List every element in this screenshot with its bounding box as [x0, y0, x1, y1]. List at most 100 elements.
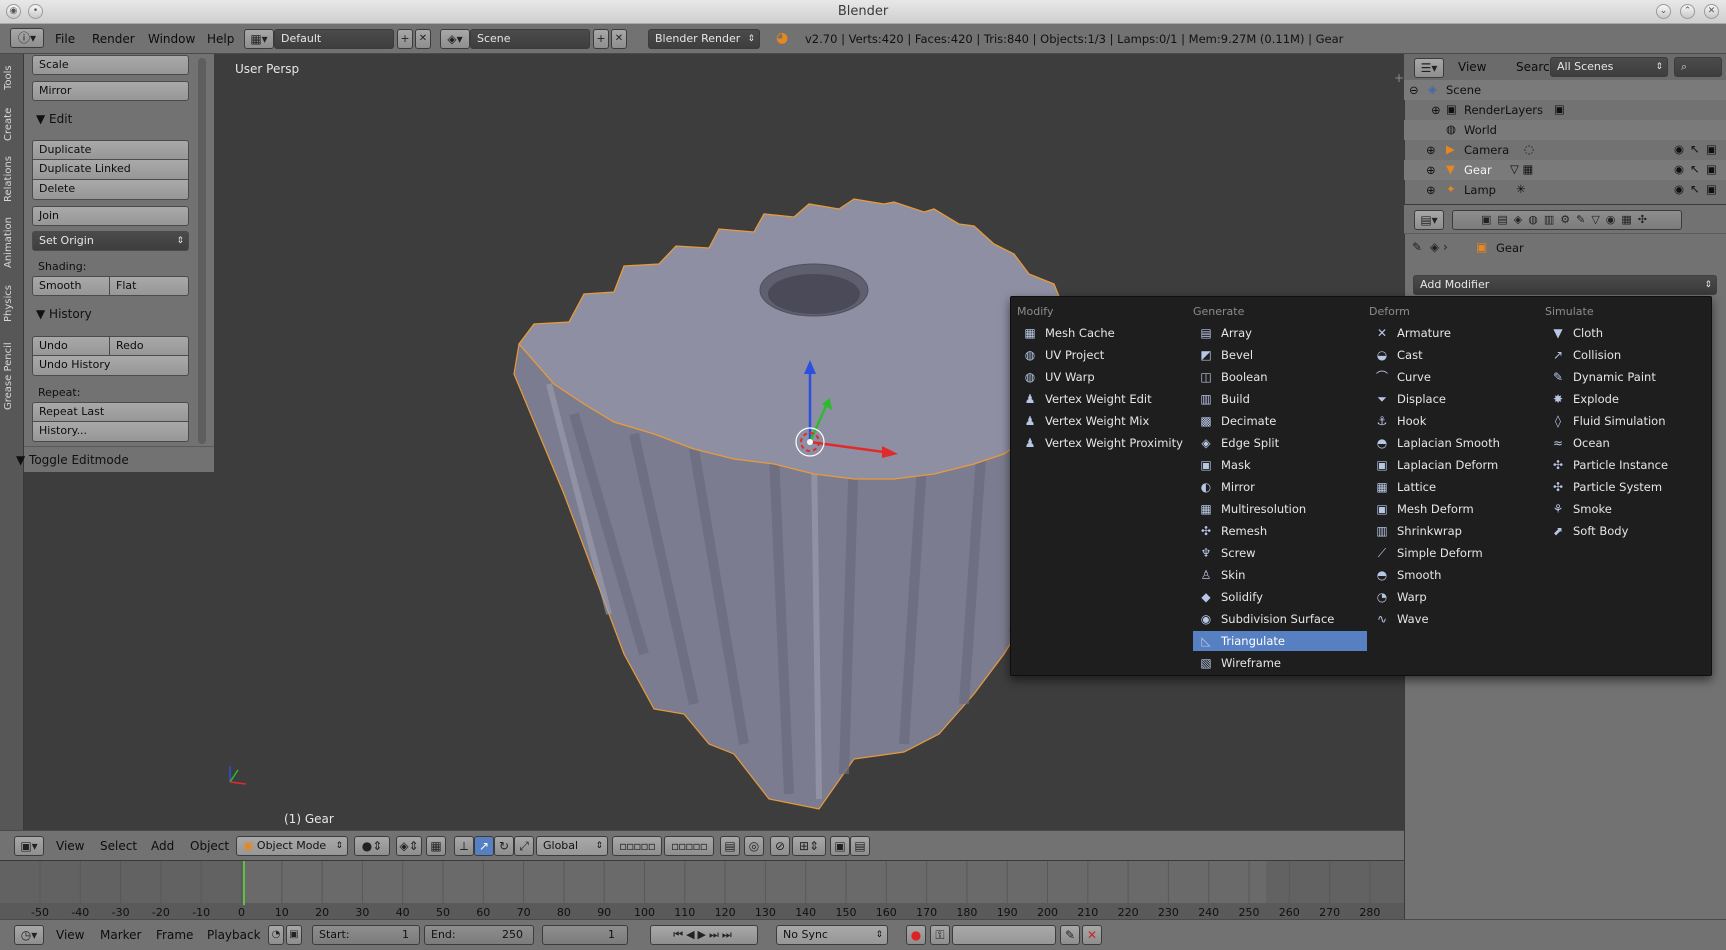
modifier-menu-item-mask[interactable]: ▣ Mask [1193, 455, 1367, 475]
playback-controls[interactable]: ⏮◀▶⏭⏭ [650, 925, 758, 945]
expand-icon[interactable]: ⊕ [1431, 103, 1441, 117]
modifier-menu-item-boolean[interactable]: ◫ Boolean [1193, 367, 1367, 387]
add-modifier-dropdown[interactable]: Add Modifier ⇕ [1413, 275, 1717, 295]
remove-scene-icon[interactable]: ✕ [611, 29, 627, 49]
layout-field[interactable]: Default [274, 29, 394, 49]
timeline-menu-playback[interactable]: Playback [207, 928, 261, 942]
history-button[interactable]: History... [32, 422, 189, 442]
modifier-menu-item-bevel[interactable]: ◩ Bevel [1193, 345, 1367, 365]
limit-selection-icon[interactable]: ▦ [426, 836, 446, 856]
timeline-menu-view[interactable]: View [56, 928, 84, 942]
shade-flat-button[interactable]: Flat [110, 276, 189, 296]
lock-layers-icon[interactable]: ▤ [720, 836, 740, 856]
outliner-row-renderlayers[interactable]: ⊕ ▣ RenderLayers ▣ [1404, 100, 1726, 120]
tab-grease-pencil[interactable]: Grease Pencil [3, 334, 19, 418]
expand-icon[interactable]: ⊕ [1426, 183, 1436, 197]
modifier-menu-item-displace[interactable]: ⏷ Displace [1369, 389, 1543, 409]
modifier-menu-item-particle-system[interactable]: ✣ Particle System [1545, 477, 1719, 497]
mirror-button[interactable]: Mirror [32, 81, 189, 101]
layer-buttons-left[interactable]: ▫▫▫▫▫ [612, 836, 662, 856]
transform-orientation-dropdown[interactable]: Global ⇕ [536, 836, 608, 856]
tab-tools[interactable]: Tools [3, 60, 19, 96]
modifier-menu-item-uv-project[interactable]: ◍ UV Project [1017, 345, 1191, 365]
manipulator-toggle-icon[interactable]: ⟂ [454, 836, 474, 856]
pivot-point-icon[interactable]: ◈⇕ [396, 836, 422, 856]
properties-editor-icon[interactable]: ▤▾ [1414, 210, 1444, 230]
menu-render[interactable]: Render [92, 32, 135, 46]
shade-smooth-button[interactable]: Smooth [32, 276, 110, 296]
outliner-row-gear[interactable]: ⊕ ▼ Gear ▽ ▦ ◉ ↖ ▣ [1404, 160, 1726, 180]
render-engine-dropdown[interactable]: Blender Render ⇕ [648, 29, 760, 49]
select-arrow-icon[interactable]: ↖ [1690, 162, 1700, 176]
view3d-menu-select[interactable]: Select [100, 839, 137, 853]
lock-time-cursor-icon[interactable]: ▣ [286, 925, 302, 945]
modifier-menu-item-dynamic-paint[interactable]: ✎ Dynamic Paint [1545, 367, 1719, 387]
modifier-menu-item-build[interactable]: ▥ Build [1193, 389, 1367, 409]
expand-icon[interactable]: ⊕ [1426, 143, 1436, 157]
modifier-menu-item-particle-instance[interactable]: ✣ Particle Instance [1545, 455, 1719, 475]
toggle-editmode-header[interactable]: ▼ Toggle Editmode [16, 453, 129, 467]
modifier-menu-item-triangulate[interactable]: ◺ Triangulate [1193, 631, 1367, 651]
opengl-render-image-icon[interactable]: ▣ [830, 836, 850, 856]
property-context-tabs[interactable]: ▣▤◈◍▥⚙✎▽◉▦✣ [1452, 210, 1682, 230]
modifier-menu-item-solidify[interactable]: ◆ Solidify [1193, 587, 1367, 607]
tab-create[interactable]: Create [3, 104, 19, 144]
scene-icon[interactable]: ◈▾ [440, 29, 470, 49]
viewport-shading-icon[interactable]: ●⇕ [354, 836, 390, 856]
modifier-menu-item-vertex-weight-mix[interactable]: ♟ Vertex Weight Mix [1017, 411, 1191, 431]
scene-field[interactable]: Scene [470, 29, 590, 49]
visibility-eye-icon[interactable]: ◉ [1674, 162, 1684, 176]
tab-physics[interactable]: Physics [3, 280, 19, 328]
display-mode-dropdown[interactable]: All Scenes ⇕ [1550, 57, 1668, 77]
menu-window[interactable]: Window [148, 32, 195, 46]
rotate-manipulator-icon[interactable]: ↻ [494, 836, 514, 856]
modifier-menu-item-cloth[interactable]: ▼ Cloth [1545, 323, 1719, 343]
select-arrow-icon[interactable]: ↖ [1690, 182, 1700, 196]
scale-button[interactable]: Scale [32, 55, 189, 75]
view3d-menu-object[interactable]: Object [190, 839, 229, 853]
view3d-menu-add[interactable]: Add [151, 839, 174, 853]
render-camera-icon[interactable]: ▣ [1706, 142, 1717, 156]
timeline[interactable]: -50 -40 -30 -20 -10 0 10 20 30 40 50 60 70 80 90 100 110… [0, 860, 1404, 925]
duplicate-linked-button[interactable]: Duplicate Linked [32, 160, 189, 180]
modifier-menu-item-simple-deform[interactable]: ⟋ Simple Deform [1369, 543, 1543, 563]
modifier-menu-item-laplacian-deform[interactable]: ▣ Laplacian Deform [1369, 455, 1543, 475]
timeline-menu-marker[interactable]: Marker [100, 928, 141, 942]
modifier-menu-item-shrinkwrap[interactable]: ▥ Shrinkwrap [1369, 521, 1543, 541]
modifier-menu-item-vertex-weight-edit[interactable]: ♟ Vertex Weight Edit [1017, 389, 1191, 409]
modifier-menu-item-explode[interactable]: ✸ Explode [1545, 389, 1719, 409]
history-panel-header[interactable]: ▼ History [36, 307, 92, 321]
insert-keyframe-icon[interactable]: ✎ [1060, 925, 1080, 945]
outliner-row-world[interactable]: ◍ World [1404, 120, 1726, 140]
outliner-editor-icon[interactable]: ☰▾ [1414, 58, 1444, 78]
view3d-menu-view[interactable]: View [56, 839, 84, 853]
modifier-menu-item-skin[interactable]: ♙ Skin [1193, 565, 1367, 585]
modifier-menu-item-lattice[interactable]: ▦ Lattice [1369, 477, 1543, 497]
modifier-menu-item-ocean[interactable]: ≈ Ocean [1545, 433, 1719, 453]
end-frame-field[interactable]: End: 250 [424, 925, 534, 945]
collapse-icon[interactable]: ⊖ [1409, 83, 1419, 97]
menu-help[interactable]: Help [207, 32, 234, 46]
tool-shelf-scrollbar[interactable] [198, 58, 206, 444]
keying-set-field[interactable] [952, 925, 1056, 945]
delete-button[interactable]: Delete [32, 180, 189, 200]
modifier-menu-item-armature[interactable]: ✕ Armature [1369, 323, 1543, 343]
translate-manipulator-icon[interactable]: ↗ [474, 836, 494, 856]
modifier-menu-item-mirror[interactable]: ◐ Mirror [1193, 477, 1367, 497]
modifier-menu-item-wireframe[interactable]: ▧ Wireframe [1193, 653, 1367, 673]
scale-manipulator-icon[interactable]: ⤢ [514, 836, 534, 856]
modifier-menu-item-mesh-cache[interactable]: ▦ Mesh Cache [1017, 323, 1191, 343]
duplicate-button[interactable]: Duplicate [32, 140, 189, 160]
timeline-menu-frame[interactable]: Frame [156, 928, 193, 942]
start-frame-field[interactable]: Start: 1 [312, 925, 420, 945]
editor-type-3dview-icon[interactable]: ▣▾ [14, 836, 44, 856]
proportional-edit-icon[interactable]: ◎ [744, 836, 764, 856]
modifier-menu-item-hook[interactable]: ⚓ Hook [1369, 411, 1543, 431]
use-preview-range-icon[interactable]: ◔ [268, 925, 284, 945]
outliner-row-camera[interactable]: ⊕ ▶ Camera ◌ ◉ ↖ ▣ [1404, 140, 1726, 160]
remove-layout-icon[interactable]: ✕ [415, 29, 431, 49]
pin-icon[interactable]: ✎ [1412, 240, 1422, 254]
modifier-menu-item-screw[interactable]: ♆ Screw [1193, 543, 1367, 563]
modifier-menu-item-decimate[interactable]: ▩ Decimate [1193, 411, 1367, 431]
modifier-menu-item-uv-warp[interactable]: ◍ UV Warp [1017, 367, 1191, 387]
